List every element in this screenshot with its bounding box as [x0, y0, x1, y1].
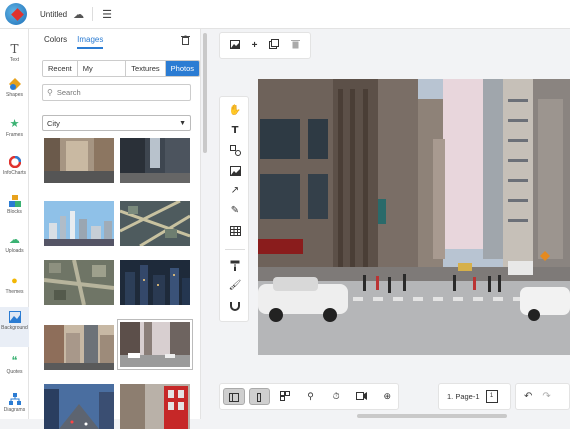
rail-label: Frames — [6, 132, 23, 138]
magnet-icon[interactable] — [220, 298, 250, 314]
grid-icon[interactable] — [274, 388, 296, 405]
duplicate-icon[interactable] — [269, 39, 280, 52]
shapes-tool-icon[interactable] — [220, 143, 250, 159]
video-icon[interactable] — [351, 388, 373, 405]
panel-scrollbar[interactable] — [203, 33, 207, 153]
photo-thumbnail[interactable] — [44, 384, 114, 429]
paint-roller-icon[interactable] — [220, 258, 250, 274]
left-rail: T Text Shapes ★ Frames InfoCharts Blocks… — [0, 29, 29, 419]
zoom-icon[interactable]: ⚲ — [300, 388, 322, 405]
photo-thumbnail[interactable] — [120, 384, 190, 429]
divider — [225, 249, 245, 250]
subtab-my-uploads[interactable]: My Uploads — [77, 61, 127, 76]
photo-thumbnail[interactable] — [120, 138, 190, 183]
rail-label: InfoCharts — [2, 170, 27, 176]
background-icon — [8, 311, 21, 323]
rail-item-diagrams[interactable]: Diagrams — [0, 389, 29, 423]
tools-toolbar: ✋ T ↗ ✎ 🖌 — [219, 96, 249, 322]
plus-icon[interactable]: + — [252, 40, 258, 51]
page-label: 1. Page-1 — [447, 392, 480, 401]
rail-label: Themes — [5, 289, 24, 295]
image-source-tabs: Recent My Uploads Textures Photos — [42, 60, 200, 77]
timer-icon[interactable]: ⏱ — [325, 388, 347, 405]
text-icon: T — [10, 42, 19, 56]
rail-item-text[interactable]: T Text — [0, 39, 29, 73]
page-count-icon: 1 — [485, 390, 498, 403]
panel-right-icon[interactable] — [248, 388, 271, 405]
photo-thumbnail[interactable] — [120, 260, 190, 305]
rail-label: Shapes — [6, 92, 23, 98]
category-value: City — [47, 118, 60, 128]
rail-label: Blocks — [7, 209, 22, 215]
search-input[interactable] — [56, 88, 177, 97]
history-controls: ↶ ↷ — [515, 383, 570, 410]
canvas-horizontal-scrollbar[interactable] — [357, 414, 507, 418]
photo-thumbnail[interactable] — [44, 201, 114, 246]
subtab-recent[interactable]: Recent — [43, 61, 78, 76]
chevron-down-icon: ▼ — [179, 119, 186, 127]
infocharts-icon — [8, 155, 21, 169]
search-icon: ⚲ — [47, 88, 53, 97]
page-toolbar: + — [219, 32, 311, 59]
panel-tabs: Colors Images — [44, 35, 104, 49]
subtab-photos[interactable]: Photos — [165, 61, 199, 76]
photo-thumbnail[interactable] — [44, 325, 114, 370]
upload-icon: ☁ — [9, 234, 20, 246]
blocks-icon — [8, 195, 21, 207]
rail-label: Text — [9, 57, 20, 63]
arrow-icon[interactable]: ↗ — [220, 183, 250, 199]
rail-label: Uploads — [5, 248, 24, 254]
search-box[interactable]: ⚲ — [42, 84, 191, 101]
tab-images[interactable]: Images — [77, 35, 104, 49]
rail-item-background[interactable]: Background — [0, 307, 29, 347]
document-title[interactable]: Untitled — [40, 10, 67, 19]
city-street-photo — [258, 79, 570, 355]
table-icon[interactable] — [220, 223, 250, 239]
trash-icon[interactable] — [181, 34, 190, 48]
image-tool-icon[interactable] — [220, 163, 250, 179]
text-tool-icon[interactable]: T — [220, 123, 250, 139]
rail-label: Diagrams — [3, 407, 26, 413]
shapes-icon — [8, 78, 21, 90]
divider — [92, 7, 94, 21]
top-bar: Untitled ☁ ☰ — [0, 0, 570, 29]
frames-icon: ★ — [9, 118, 20, 130]
photo-thumbnail-selected[interactable] — [117, 319, 193, 370]
rail-item-quotes[interactable]: ❝ Quotes — [0, 351, 29, 385]
category-select[interactable]: City ▼ — [42, 115, 191, 131]
photo-thumbnail[interactable] — [120, 201, 190, 246]
rail-item-frames[interactable]: ★ Frames — [0, 114, 29, 148]
pen-icon[interactable]: ✎ — [220, 203, 250, 219]
delete-icon[interactable] — [291, 39, 301, 52]
brush-icon[interactable]: 🖌 — [220, 278, 250, 294]
panel-left-icon[interactable] — [223, 388, 245, 405]
canvas-page[interactable] — [258, 79, 570, 355]
bottom-toolbar: ⚲ ⏱ ⊕ — [219, 383, 399, 410]
cloud-icon[interactable]: ☁ — [73, 8, 84, 21]
rail-label: Quotes — [6, 369, 23, 375]
redo-icon[interactable]: ↷ — [542, 391, 550, 402]
photo-thumbnail[interactable] — [44, 138, 114, 183]
rail-item-themes[interactable]: ● Themes — [0, 271, 29, 305]
hamburger-icon[interactable]: ☰ — [102, 8, 112, 21]
subtab-textures[interactable]: Textures — [126, 61, 166, 76]
undo-icon[interactable]: ↶ — [524, 391, 532, 402]
themes-icon: ● — [11, 275, 18, 287]
image-icon[interactable] — [229, 39, 240, 52]
rail-item-shapes[interactable]: Shapes — [0, 74, 29, 108]
hand-icon[interactable]: ✋ — [220, 103, 250, 119]
rail-item-infocharts[interactable]: InfoCharts — [0, 152, 29, 186]
tab-colors[interactable]: Colors — [44, 35, 67, 49]
app-logo[interactable] — [5, 3, 27, 25]
photo-thumbnail[interactable] — [44, 260, 114, 305]
images-panel: Colors Images Recent My Uploads Textures… — [29, 29, 207, 429]
quotes-icon: ❝ — [11, 355, 18, 367]
diagrams-icon — [8, 393, 21, 405]
rail-label: Background — [1, 325, 28, 331]
page-selector[interactable]: 1. Page-1 1 — [438, 383, 511, 410]
rail-item-uploads[interactable]: ☁ Uploads — [0, 230, 29, 264]
zoom-fit-icon[interactable]: ⊕ — [376, 388, 398, 405]
rail-item-blocks[interactable]: Blocks — [0, 191, 29, 225]
